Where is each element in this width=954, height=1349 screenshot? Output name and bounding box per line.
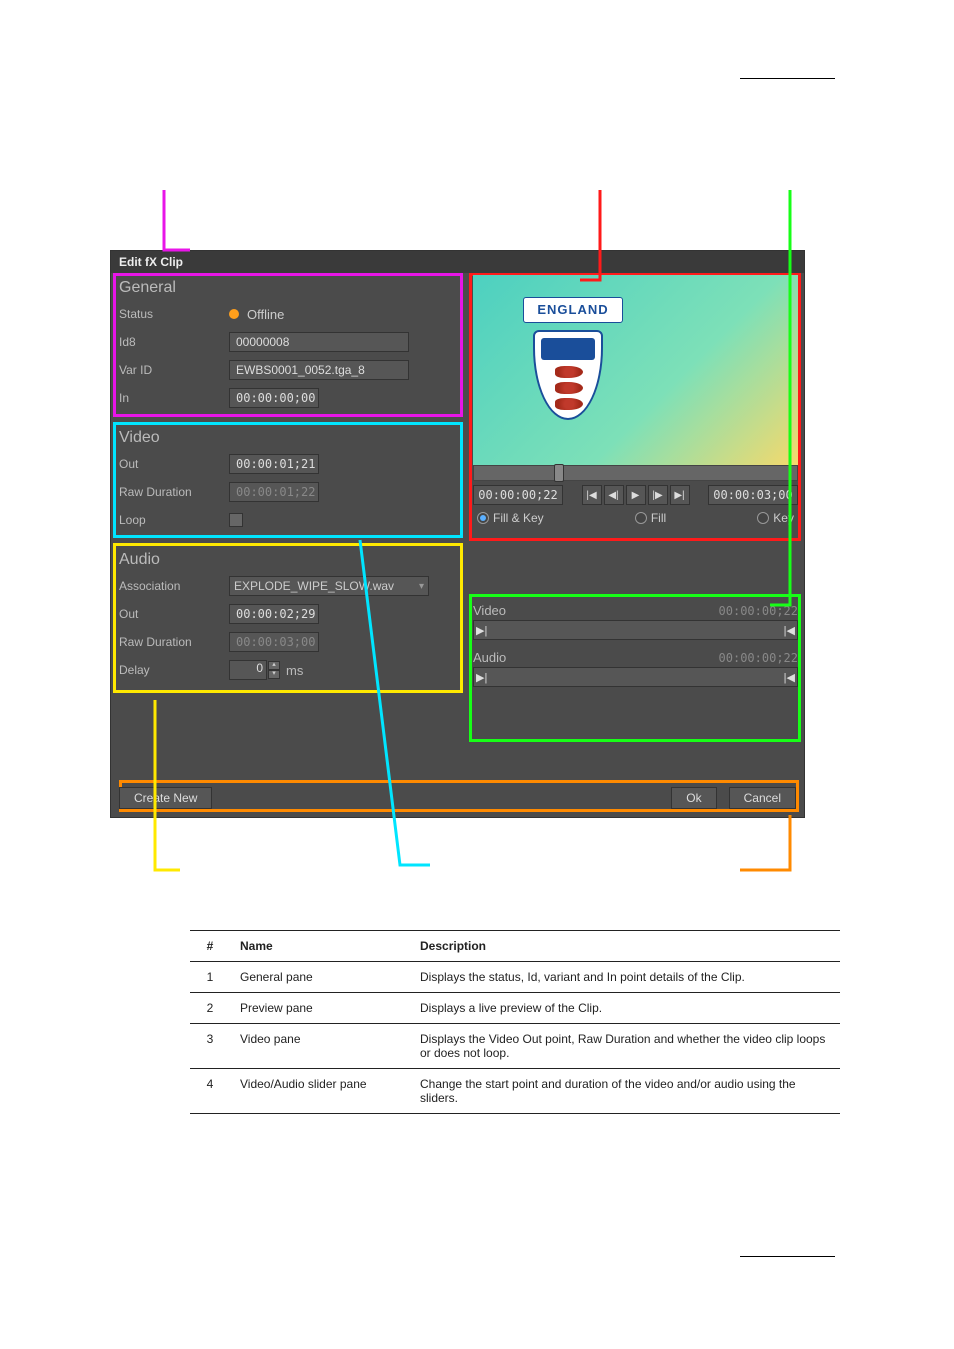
audio-assoc-value: EXPLODE_WIPE_SLOW.wav — [234, 579, 394, 593]
play-button[interactable]: ▶ — [626, 485, 646, 505]
radio-icon — [757, 512, 769, 524]
th-desc: Description — [410, 931, 840, 962]
shield-lion-icon — [555, 398, 583, 410]
create-new-button[interactable]: Create New — [119, 787, 212, 809]
tracks-pane: Video 00:00:00;22 ▶| |◀ Audio 00:00:00;2… — [473, 603, 798, 687]
varid-label: Var ID — [119, 363, 229, 377]
timecode-current: 00:00:00;22 — [473, 485, 563, 505]
id8-label: Id8 — [119, 335, 229, 349]
radio-key[interactable]: Key — [757, 511, 794, 525]
audio-delay-unit: ms — [286, 663, 303, 678]
video-raw-label: Raw Duration — [119, 485, 229, 499]
edit-clip-window: Edit fX Clip General Status Offline Id8 … — [110, 250, 805, 818]
table-row: 1 General pane Displays the status, Id, … — [190, 962, 840, 993]
cell-name: General pane — [230, 962, 410, 993]
cell-num: 2 — [190, 993, 230, 1024]
go-start-button[interactable]: |◀ — [582, 485, 602, 505]
audio-assoc-dropdown[interactable]: EXPLODE_WIPE_SLOW.wav — [229, 576, 429, 596]
track-audio-slider[interactable]: ▶| |◀ — [473, 667, 798, 687]
video-title: Video — [119, 429, 453, 447]
step-fwd-button[interactable]: |▶ — [648, 485, 668, 505]
callout-lead-bottom — [740, 815, 820, 888]
id8-value: 00000008 — [229, 332, 409, 352]
delay-step-up-icon[interactable]: ▴ — [268, 661, 280, 670]
cell-desc: Displays the Video Out point, Raw Durati… — [410, 1024, 840, 1069]
ok-button[interactable]: Ok — [671, 787, 716, 809]
step-back-button[interactable]: ◀| — [604, 485, 624, 505]
scrub-handle[interactable] — [554, 464, 564, 482]
cell-name: Video pane — [230, 1024, 410, 1069]
audio-raw-label: Raw Duration — [119, 635, 229, 649]
cell-desc: Displays the status, Id, variant and In … — [410, 962, 840, 993]
track-audio-label: Audio — [473, 650, 506, 665]
track-handle-left-icon[interactable]: ▶| — [476, 671, 487, 684]
status-indicator-icon — [229, 309, 239, 319]
audio-delay-label: Delay — [119, 663, 229, 677]
shield-lion-icon — [555, 382, 583, 394]
preview-badge: ENGLAND — [523, 297, 623, 323]
track-video-label: Video — [473, 603, 506, 618]
preview-viewport: ENGLAND — [473, 275, 798, 465]
cell-num: 3 — [190, 1024, 230, 1069]
general-title: General — [119, 279, 453, 297]
radio-fill-label: Fill — [651, 511, 666, 525]
track-handle-right-icon[interactable]: |◀ — [784, 671, 795, 684]
th-num: # — [190, 931, 230, 962]
cell-num: 1 — [190, 962, 230, 993]
radio-key-label: Key — [773, 511, 794, 525]
audio-delay-input[interactable]: 0 — [229, 660, 267, 680]
radio-fill-and-key[interactable]: Fill & Key — [477, 511, 544, 525]
page-header-rule — [740, 78, 835, 79]
audio-assoc-label: Association — [119, 579, 229, 593]
video-loop-checkbox[interactable] — [229, 513, 243, 527]
legend-table: # Name Description 1 General pane Displa… — [190, 930, 840, 1114]
track-audio-tc: 00:00:00;22 — [719, 651, 798, 665]
cancel-button[interactable]: Cancel — [729, 787, 796, 809]
video-out-value[interactable]: 00:00:01;21 — [229, 454, 319, 474]
track-video-slider[interactable]: ▶| |◀ — [473, 620, 798, 640]
general-pane: General Status Offline Id8 00000008 Var … — [111, 273, 461, 423]
radio-fill[interactable]: Fill — [635, 511, 666, 525]
th-name: Name — [230, 931, 410, 962]
window-title: Edit fX Clip — [111, 251, 804, 273]
video-loop-label: Loop — [119, 513, 229, 527]
cell-num: 4 — [190, 1069, 230, 1114]
radio-fillkey-label: Fill & Key — [493, 511, 544, 525]
scrub-bar[interactable] — [473, 465, 798, 481]
radio-icon — [635, 512, 647, 524]
cell-name: Preview pane — [230, 993, 410, 1024]
audio-out-label: Out — [119, 607, 229, 621]
video-out-label: Out — [119, 457, 229, 471]
cell-desc: Change the start point and duration of t… — [410, 1069, 840, 1114]
video-raw-value: 00:00:01;22 — [229, 482, 319, 502]
audio-out-value[interactable]: 00:00:02;29 — [229, 604, 319, 624]
in-value[interactable]: 00:00:00;00 — [229, 388, 319, 408]
table-row: 2 Preview pane Displays a live preview o… — [190, 993, 840, 1024]
in-label: In — [119, 391, 229, 405]
status-value: Offline — [247, 307, 284, 322]
timecode-duration: 00:00:03;00 — [708, 485, 798, 505]
shield-lion-icon — [555, 366, 583, 378]
go-end-button[interactable]: ▶| — [670, 485, 690, 505]
video-pane: Video Out 00:00:01;21 Raw Duration 00:00… — [111, 423, 461, 545]
page-footer-rule — [740, 1256, 835, 1257]
status-label: Status — [119, 307, 229, 321]
cell-desc: Displays a live preview of the Clip. — [410, 993, 840, 1024]
delay-step-down-icon[interactable]: ▾ — [268, 670, 280, 679]
varid-value: EWBS0001_0052.tga_8 — [229, 360, 409, 380]
track-video-tc: 00:00:00;22 — [719, 604, 798, 618]
audio-title: Audio — [119, 551, 453, 569]
preview-shield-graphic — [533, 330, 603, 420]
cell-name: Video/Audio slider pane — [230, 1069, 410, 1114]
table-row: 3 Video pane Displays the Video Out poin… — [190, 1024, 840, 1069]
track-handle-left-icon[interactable]: ▶| — [476, 624, 487, 637]
audio-pane: Audio Association EXPLODE_WIPE_SLOW.wav … — [111, 545, 461, 695]
table-row: 4 Video/Audio slider pane Change the sta… — [190, 1069, 840, 1114]
track-handle-right-icon[interactable]: |◀ — [784, 624, 795, 637]
audio-raw-value: 00:00:03;00 — [229, 632, 319, 652]
radio-icon — [477, 512, 489, 524]
